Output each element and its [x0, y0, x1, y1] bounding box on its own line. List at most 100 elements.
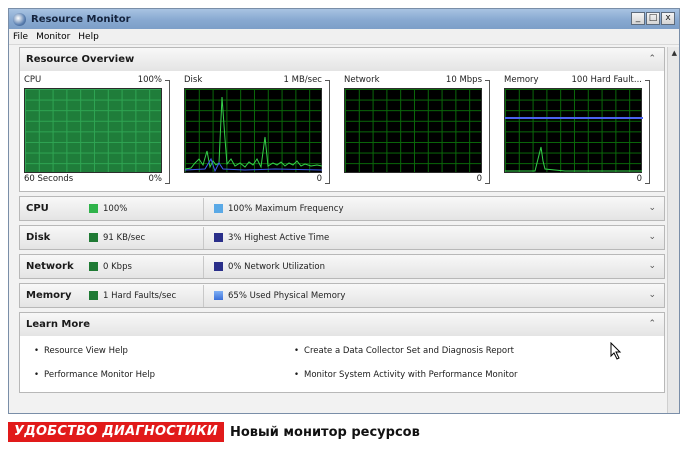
disk-rate-stat: 91 KB/sec: [89, 233, 193, 243]
network-rate-stat: 0 Kbps: [89, 262, 193, 272]
network-graph-scale: [485, 80, 490, 184]
memory-graph-min: 0: [636, 174, 642, 184]
window-title: Resource Monitor: [31, 13, 131, 25]
resource-overview-header[interactable]: Resource Overview ⌃: [20, 48, 664, 71]
network-graph-min: 0: [476, 174, 482, 184]
scroll-up-icon[interactable]: ▲: [672, 49, 677, 57]
memory-used-swatch: [214, 291, 223, 300]
menu-help[interactable]: Help: [78, 32, 99, 42]
maximize-button[interactable]: □: [646, 12, 660, 25]
cursor-icon: [610, 342, 622, 360]
memory-faults-value: 1 Hard Faults/sec: [103, 290, 177, 301]
network-title: Network: [26, 261, 74, 272]
network-utilization-value: 0% Network Utilization: [228, 261, 325, 272]
resource-overview-panel: Resource Overview ⌃ CPU 100% 60 Seconds …: [19, 47, 665, 192]
chevron-up-icon[interactable]: ⌃: [648, 54, 656, 64]
disk-graph-box: Disk 1 MB/sec 0: [182, 75, 330, 187]
divider: [203, 197, 204, 220]
cpu-usage-swatch: [89, 204, 98, 213]
network-panel: Network 0 Kbps 0% Network Utilization ⌄: [19, 254, 665, 279]
divider: [203, 255, 204, 278]
menu-monitor[interactable]: Monitor: [36, 32, 70, 42]
learn-more-panel: Learn More ⌃ Resource View Help Create a…: [19, 312, 665, 393]
cpu-usage-value: 100%: [103, 203, 128, 214]
disk-active-value: 3% Highest Active Time: [228, 232, 330, 243]
memory-faults-swatch: [89, 291, 98, 300]
disk-panel: Disk 91 KB/sec 3% Highest Active Time ⌄: [19, 225, 665, 250]
network-graph-name: Network: [344, 75, 380, 85]
caption-tag: УДОБСТВО ДИАГНОСТИКИ: [8, 422, 224, 442]
learn-more-header[interactable]: Learn More ⌃: [20, 313, 664, 336]
memory-graph-name: Memory: [504, 75, 539, 85]
resource-overview-title: Resource Overview: [26, 54, 135, 65]
cpu-usage-stat: 100%: [89, 204, 193, 214]
memory-faults-stat: 1 Hard Faults/sec: [89, 291, 193, 301]
chevron-down-icon[interactable]: ⌄: [648, 261, 656, 271]
title-bar[interactable]: Resource Monitor _ □ x: [9, 9, 679, 29]
cpu-panel: CPU 100% 100% Maximum Frequency ⌄: [19, 196, 665, 221]
chevron-up-icon[interactable]: ⌃: [648, 319, 656, 329]
menu-bar: File Monitor Help: [9, 29, 679, 45]
network-utilization-swatch: [214, 262, 223, 271]
chevron-down-icon[interactable]: ⌄: [648, 232, 656, 242]
close-button[interactable]: x: [661, 12, 675, 25]
memory-graph-scale: [645, 80, 650, 184]
memory-graph: [504, 88, 643, 173]
chevron-down-icon[interactable]: ⌄: [648, 290, 656, 300]
chevron-down-icon[interactable]: ⌄: [648, 203, 656, 213]
resource-monitor-window: Resource Monitor _ □ x File Monitor Help…: [8, 8, 680, 414]
cpu-graph-name: CPU: [24, 75, 42, 85]
menu-file[interactable]: File: [13, 32, 28, 42]
memory-graph-box: Memory 100 Hard Fault... 0: [502, 75, 650, 187]
network-rate-value: 0 Kbps: [103, 261, 132, 272]
caption-text: Новый монитор ресурсов: [229, 424, 420, 440]
divider: [203, 284, 204, 307]
memory-title: Memory: [26, 290, 72, 301]
window-controls: _ □ x: [631, 12, 675, 25]
learn-more-title: Learn More: [26, 319, 90, 330]
learn-more-links: Resource View Help Create a Data Collect…: [20, 336, 664, 392]
disk-active-swatch: [214, 233, 223, 242]
cpu-graph-max: 100%: [137, 75, 162, 85]
cpu-header[interactable]: CPU 100% 100% Maximum Frequency ⌄: [20, 197, 664, 220]
figure-caption: УДОБСТВО ДИАГНОСТИКИ Новый монитор ресур…: [8, 421, 420, 443]
cpu-graph-scale: [165, 80, 170, 184]
network-graph: [344, 88, 482, 173]
disk-title: Disk: [26, 232, 51, 243]
link-monitor-system-activity[interactable]: Monitor System Activity with Performance…: [294, 370, 518, 380]
disk-graph-lines: [185, 96, 323, 173]
cpu-graph-box: CPU 100% 60 Seconds 0%: [22, 75, 170, 187]
disk-graph-min: 0: [316, 174, 322, 184]
minimize-button[interactable]: _: [631, 12, 645, 25]
link-resource-view-help[interactable]: Resource View Help: [34, 346, 128, 356]
disk-graph-name: Disk: [184, 75, 203, 85]
main-content: Resource Overview ⌃ CPU 100% 60 Seconds …: [19, 47, 665, 397]
disk-rate-value: 91 KB/sec: [103, 232, 146, 243]
network-graph-box: Network 10 Mbps 0: [342, 75, 490, 187]
disk-header[interactable]: Disk 91 KB/sec 3% Highest Active Time ⌄: [20, 226, 664, 249]
disk-rate-swatch: [89, 233, 98, 242]
cpu-frequency-value: 100% Maximum Frequency: [228, 203, 344, 214]
disk-graph: [184, 88, 323, 173]
memory-graph-lines: [505, 117, 643, 172]
disk-graph-scale: [325, 80, 330, 184]
memory-used-stat: 65% Used Physical Memory: [214, 291, 345, 301]
network-header[interactable]: Network 0 Kbps 0% Network Utilization ⌄: [20, 255, 664, 278]
memory-graph-max: 100 Hard Fault...: [571, 75, 642, 85]
memory-header[interactable]: Memory 1 Hard Faults/sec 65% Used Physic…: [20, 284, 664, 307]
cpu-graph-min: 0%: [148, 174, 163, 184]
network-utilization-stat: 0% Network Utilization: [214, 262, 325, 272]
vertical-scrollbar[interactable]: [667, 47, 679, 413]
memory-used-value: 65% Used Physical Memory: [228, 290, 346, 301]
cpu-title: CPU: [26, 203, 49, 214]
link-performance-monitor-help[interactable]: Performance Monitor Help: [34, 370, 155, 380]
network-rate-swatch: [89, 262, 98, 271]
overview-graphs: CPU 100% 60 Seconds 0% Disk 1 MB/sec 0 N…: [20, 71, 664, 191]
memory-panel: Memory 1 Hard Faults/sec 65% Used Physic…: [19, 283, 665, 308]
link-data-collector-report[interactable]: Create a Data Collector Set and Diagnosi…: [294, 346, 514, 356]
cpu-frequency-swatch: [214, 204, 223, 213]
disk-active-stat: 3% Highest Active Time: [214, 233, 329, 243]
cpu-frequency-stat: 100% Maximum Frequency: [214, 204, 344, 214]
app-icon: [13, 12, 26, 26]
divider: [203, 226, 204, 249]
